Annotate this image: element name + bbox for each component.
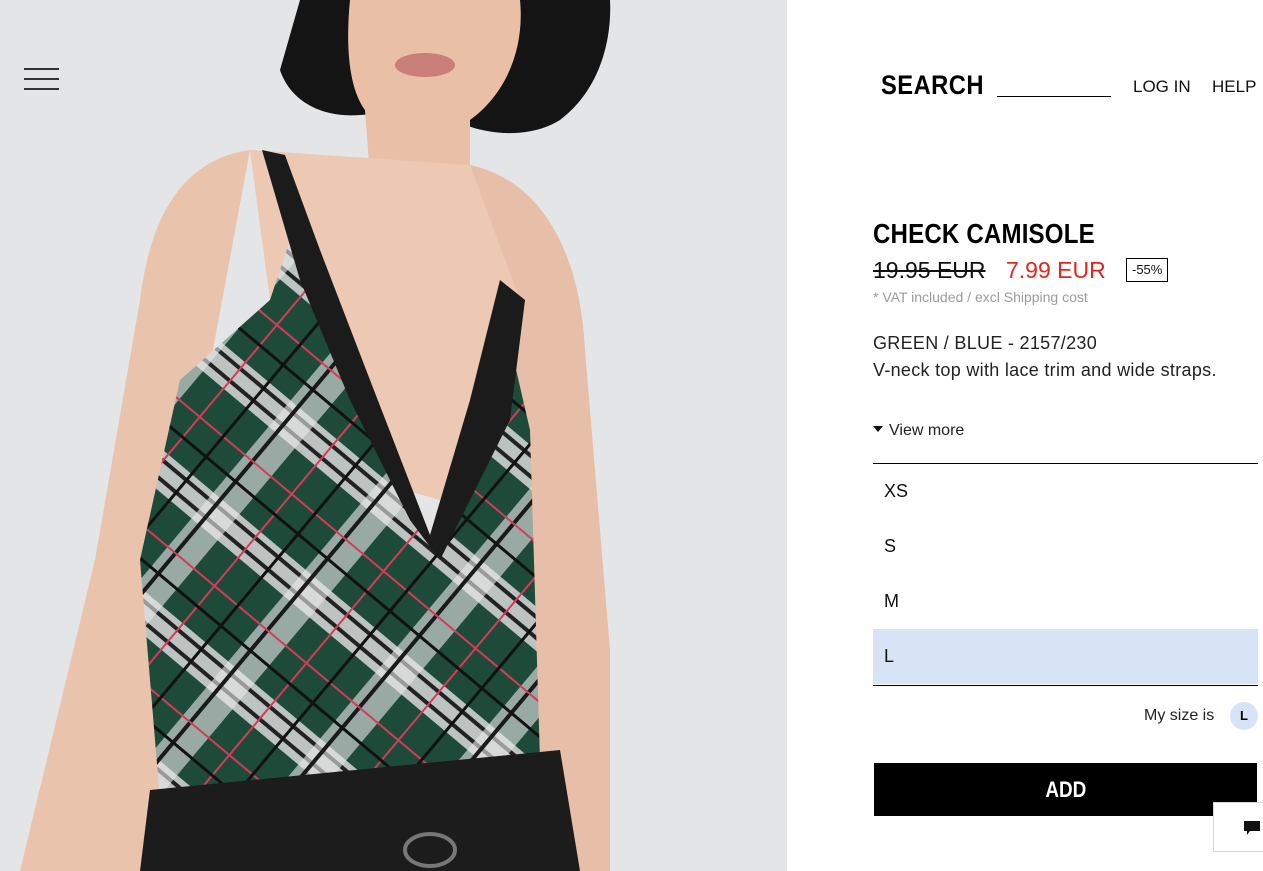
- search-input[interactable]: [997, 74, 1111, 97]
- old-price: 19.95 EUR: [873, 257, 986, 283]
- vat-note: * VAT included / excl Shipping cost: [873, 289, 1088, 305]
- login-link[interactable]: LOG IN: [1133, 77, 1191, 97]
- size-option-xs[interactable]: XS: [873, 464, 1258, 519]
- my-size-label: My size is: [1144, 707, 1215, 724]
- color-reference: GREEN / BLUE - 2157/230: [873, 333, 1098, 353]
- size-selector: XS S M L: [873, 463, 1258, 686]
- chat-bubble-icon: [1244, 821, 1260, 835]
- size-option-s[interactable]: S: [873, 519, 1258, 574]
- search-label[interactable]: SEARCH: [881, 70, 984, 101]
- product-photo-illustration: [0, 0, 787, 871]
- my-size-badge[interactable]: L: [1230, 702, 1258, 730]
- view-more-toggle[interactable]: View more: [873, 422, 964, 440]
- product-description: V-neck top with lace trim and wide strap…: [873, 360, 1217, 380]
- product-photo: [0, 0, 787, 871]
- view-more-label: View more: [889, 422, 965, 439]
- add-button-label: ADD: [1044, 776, 1086, 802]
- product-title: CHECK CAMISOLE: [873, 218, 1095, 249]
- size-option-m[interactable]: M: [873, 574, 1258, 629]
- caret-down-icon: [873, 425, 883, 432]
- help-link[interactable]: HELP: [1212, 77, 1256, 97]
- hamburger-menu-icon[interactable]: [24, 66, 60, 92]
- discount-badge: -55%: [1126, 258, 1169, 282]
- add-to-bag-button[interactable]: ADD: [874, 763, 1257, 816]
- chat-widget[interactable]: [1213, 802, 1263, 852]
- sale-price: 7.99 EUR: [1006, 257, 1106, 283]
- size-option-l[interactable]: L: [873, 629, 1258, 684]
